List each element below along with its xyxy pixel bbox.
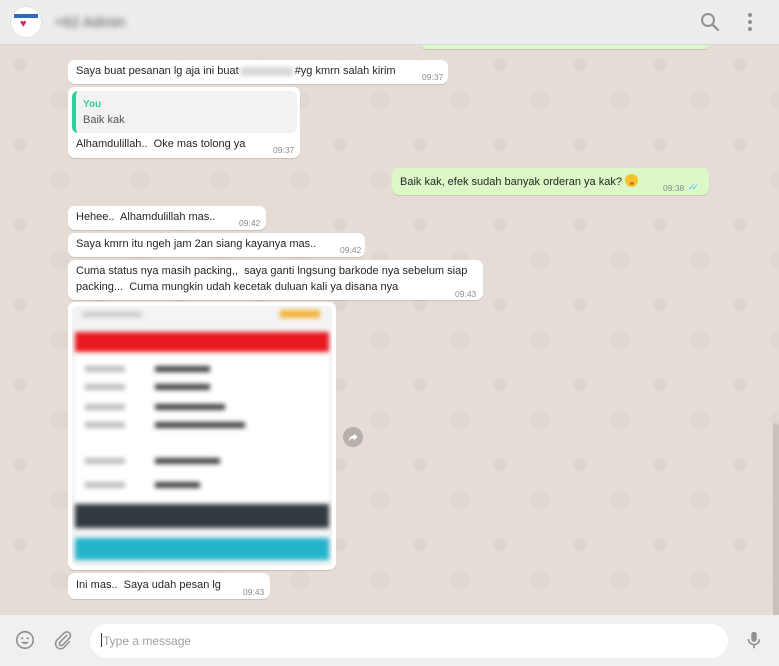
message-text: Alhamdulillah.. Oke mas tolong ya	[76, 138, 246, 150]
quoted-message[interactable]: You Baik kak	[72, 91, 297, 133]
double-check-read-icon: ✓✓	[688, 182, 699, 192]
message-input-placeholder: Type a message	[103, 634, 192, 648]
incoming-message[interactable]: Saya kmrn itu ngeh jam 2an siang kayanya…	[68, 233, 365, 257]
outgoing-message[interactable]: Baik kak, efek sudah banyak orderan ya k…	[392, 168, 709, 195]
contact-avatar[interactable]: ♥	[10, 6, 42, 38]
search-icon[interactable]	[698, 10, 722, 34]
forward-arrow-icon	[348, 433, 358, 442]
message-text: Saya buat pesanan lg aja ini buat #yg kmr…	[76, 65, 396, 77]
forward-button[interactable]	[343, 427, 363, 447]
message-text: Baik kak, efek sudah banyak orderan ya k…	[400, 174, 638, 190]
blurred-receipt-image	[72, 306, 332, 566]
message-text: Saya kmrn itu ngeh jam 2an siang kayanya…	[76, 238, 317, 250]
message-text: Hehee.. Alhamdulillah mas..	[76, 211, 216, 223]
message-time: 09:37	[273, 145, 295, 155]
chat-header: ♥ +62 Admin	[0, 0, 779, 45]
image-thumbnail[interactable]	[72, 306, 332, 566]
message-time: 09:43	[243, 587, 265, 597]
message-time: 09:43	[455, 289, 477, 299]
contact-name[interactable]: +62 Admin	[54, 14, 125, 31]
incoming-message-with-quote[interactable]: You Baik kak Alhamdulillah.. Oke mas tol…	[68, 87, 300, 158]
emoji-icon[interactable]	[14, 629, 36, 651]
message-text: Ini mas.. Saya udah pesan lg	[76, 579, 221, 591]
kissing-face-emoji-icon	[624, 174, 638, 187]
message-composer: Type a message	[0, 615, 779, 666]
avatar-heart-icon: ♥	[20, 18, 27, 30]
paperclip-icon[interactable]	[52, 629, 74, 651]
kebab-menu-icon[interactable]	[738, 10, 762, 34]
text-caret	[101, 633, 102, 647]
message-text-line-2: packing... Cuma mungkin udah kecetak dul…	[76, 281, 399, 293]
message-input[interactable]: Type a message	[90, 624, 728, 658]
chat-panel[interactable]: Saya buat pesanan lg aja ini buat #yg kmr…	[0, 45, 779, 615]
incoming-message[interactable]: Saya buat pesanan lg aja ini buat #yg kmr…	[68, 60, 448, 84]
outgoing-bubble-partial	[422, 45, 709, 49]
incoming-image-message[interactable]	[68, 302, 336, 570]
quote-author: You	[83, 99, 102, 110]
message-time: 09:37	[422, 72, 444, 82]
incoming-message[interactable]: Ini mas.. Saya udah pesan lg 09:43	[68, 573, 270, 599]
message-time: 09:38	[663, 183, 685, 193]
incoming-message[interactable]: Hehee.. Alhamdulillah mas.. 09:42	[68, 206, 266, 230]
quote-text: Baik kak	[83, 114, 125, 126]
incoming-message[interactable]: Cuma status nya masih packing,, saya gan…	[68, 260, 483, 300]
message-text-line-1: Cuma status nya masih packing,, saya gan…	[76, 265, 468, 277]
redacted-text	[240, 66, 293, 76]
message-time: 09:42	[340, 245, 362, 255]
message-time: 09:42	[239, 218, 261, 228]
chat-scrollbar[interactable]	[773, 423, 779, 615]
microphone-icon[interactable]	[743, 629, 765, 651]
